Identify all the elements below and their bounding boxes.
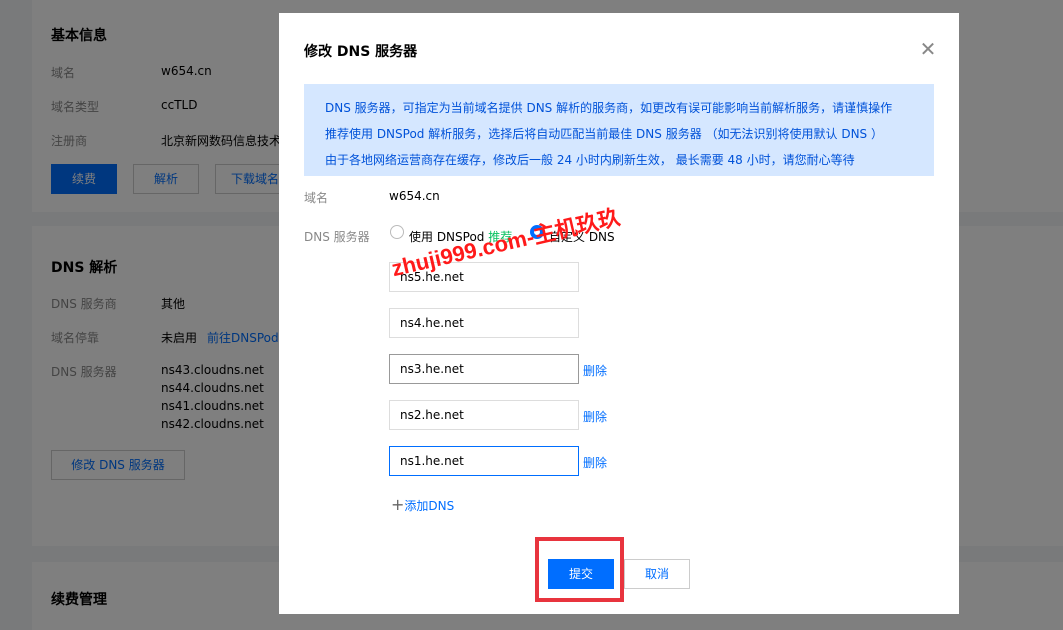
close-icon[interactable]: ✕	[919, 39, 937, 59]
notice-line: 推荐使用 DNSPod 解析服务，选择后将自动匹配当前最佳 DNS 服务器 （如…	[325, 127, 883, 141]
domain-label: 域名	[304, 191, 329, 205]
cancel-button[interactable]: 取消	[624, 559, 690, 589]
dns-server-label: DNS 服务器	[304, 230, 370, 244]
dns-input-1[interactable]: ns1.he.net	[389, 446, 579, 476]
notice-box: DNS 服务器，可指定为当前域名提供 DNS 解析的服务商，如更改有误可能影响当…	[304, 84, 934, 176]
dns-input-3[interactable]: ns3.he.net	[389, 354, 579, 384]
notice-line: DNS 服务器，可指定为当前域名提供 DNS 解析的服务商，如更改有误可能影响当…	[325, 101, 893, 115]
dns-input-4[interactable]: ns4.he.net	[389, 308, 579, 338]
notice-line: 由于各地网络运营商存在缓存，修改后一般 24 小时内刷新生效， 最长需要 48 …	[325, 153, 855, 167]
dialog-title: 修改 DNS 服务器	[304, 44, 418, 60]
highlight-box	[535, 537, 624, 602]
add-dns-label: 添加DNS	[404, 499, 455, 513]
delete-link[interactable]: 删除	[583, 454, 607, 471]
delete-link[interactable]: 删除	[583, 408, 607, 425]
modify-dns-dialog: 修改 DNS 服务器 ✕ DNS 服务器，可指定为当前域名提供 DNS 解析的服…	[279, 13, 959, 614]
radio-dnspod[interactable]	[390, 225, 404, 239]
domain-value: w654.cn	[389, 189, 440, 203]
delete-link[interactable]: 删除	[583, 362, 607, 379]
add-dns-button[interactable]: +添加DNS	[391, 495, 454, 514]
dns-input-2[interactable]: ns2.he.net	[389, 400, 579, 430]
plus-icon: +	[391, 495, 405, 514]
